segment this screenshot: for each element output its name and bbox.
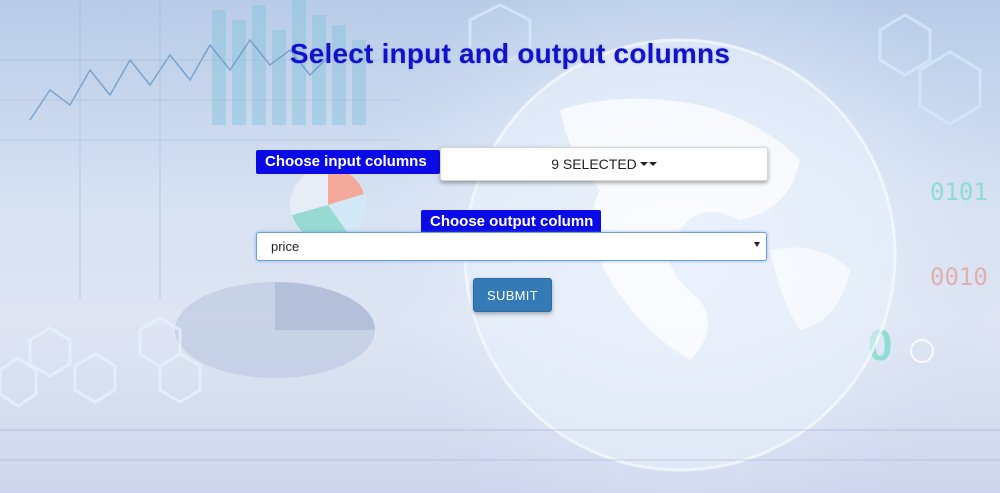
svg-text:0010: 0010 — [930, 263, 988, 291]
submit-button[interactable]: SUBMIT — [473, 278, 552, 312]
page-title: Select input and output columns — [289, 38, 731, 69]
output-column-select[interactable]: price — [256, 232, 767, 261]
svg-text:0101: 0101 — [930, 178, 988, 206]
multiselect-selected-text: 9 SELECTED — [551, 156, 637, 172]
output-column-selected-value: price — [271, 239, 300, 254]
input-columns-label: Choose input columns — [256, 150, 440, 174]
dropdown-arrow-icon — [754, 242, 760, 247]
output-column-label: Choose output column — [421, 210, 601, 234]
caret-down-icon — [639, 162, 648, 166]
caret-down-icon — [648, 162, 657, 166]
input-columns-multiselect[interactable]: 9 SELECTED — [440, 147, 768, 181]
